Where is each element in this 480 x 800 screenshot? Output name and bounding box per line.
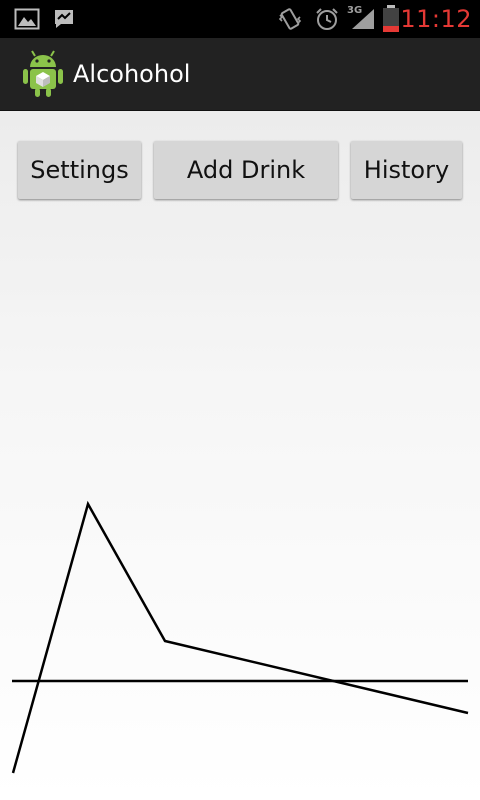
settings-button[interactable]: Settings — [18, 141, 141, 199]
android-app-icon[interactable] — [22, 50, 64, 98]
history-button[interactable]: History — [351, 141, 462, 199]
action-bar: Alcohohol — [0, 38, 480, 111]
bac-curve — [11, 500, 469, 774]
add-drink-button[interactable]: Add Drink — [154, 141, 338, 199]
bac-graph — [11, 500, 469, 774]
signal-icon — [352, 9, 374, 29]
main-content: Settings Add Drink History — [0, 111, 480, 800]
app-title: Alcohohol — [73, 60, 191, 88]
messenger-icon — [55, 10, 73, 28]
battery-icon — [383, 5, 399, 32]
alarm-icon — [316, 8, 338, 30]
gallery-icon — [14, 8, 40, 30]
status-bar: 3G 11:12 — [0, 0, 480, 38]
status-clock: 11:12 — [400, 5, 472, 33]
vibrate-icon — [278, 8, 302, 30]
